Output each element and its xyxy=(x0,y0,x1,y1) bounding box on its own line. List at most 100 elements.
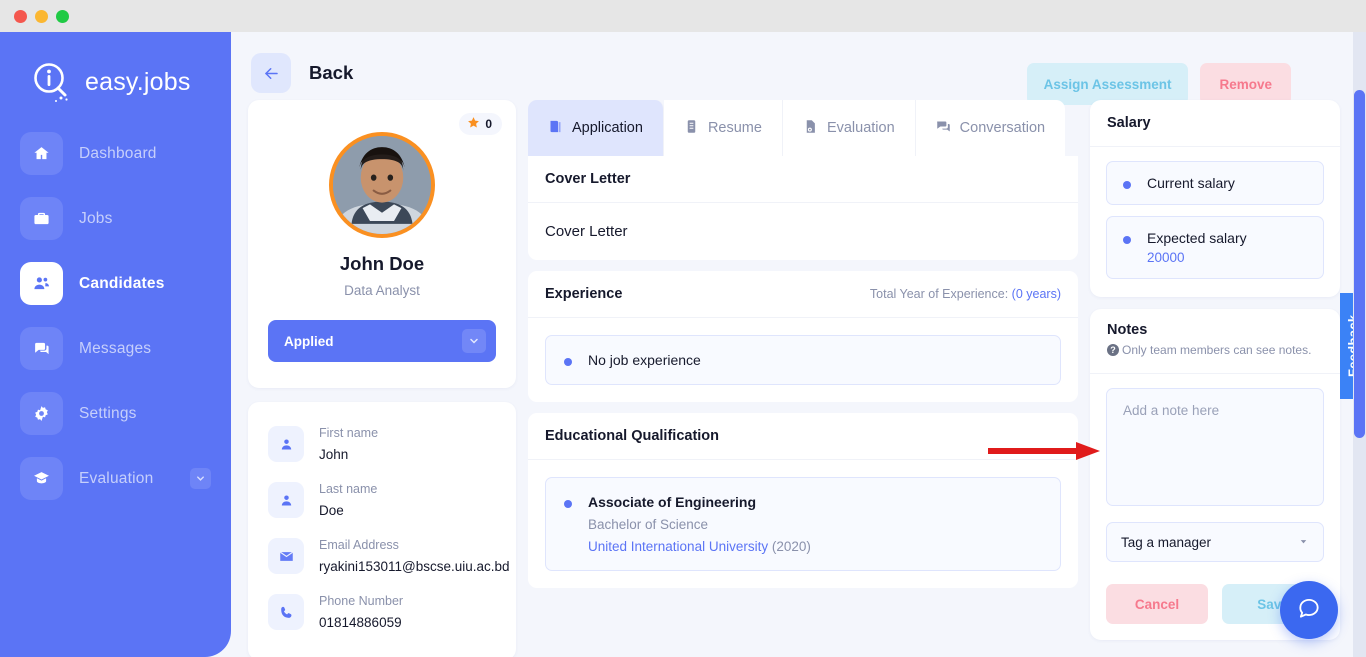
topbar: Back Assign Assessment Remove xyxy=(231,32,1366,105)
chevron-down-icon xyxy=(1298,535,1309,550)
experience-text: No job experience xyxy=(588,352,701,368)
note-input[interactable] xyxy=(1106,388,1324,507)
profile-card: 0 John Doe Data Analyst Applied xyxy=(248,100,516,388)
page-scrollbar-thumb[interactable] xyxy=(1354,90,1365,438)
sidebar-item-jobs[interactable]: Jobs xyxy=(20,197,231,240)
arrow-left-icon xyxy=(251,53,291,93)
experience-header: Experience Total Year of Experience: (0 … xyxy=(528,271,1078,318)
chevron-down-icon[interactable] xyxy=(190,468,211,489)
tab-label: Evaluation xyxy=(826,120,895,136)
education-institute[interactable]: United International University xyxy=(588,539,768,554)
info-value: 01814886059 xyxy=(319,615,402,630)
info-row-email: Email Address ryakini153011@bscse.uiu.ac… xyxy=(248,528,516,584)
info-value: John xyxy=(319,447,349,462)
minimize-button[interactable] xyxy=(35,9,48,23)
education-institute-row: United International University (2020) xyxy=(588,539,811,554)
briefcase-icon xyxy=(20,197,63,240)
sidebar: easy.jobs Dashboard Jobs Candidates Mess xyxy=(0,32,231,657)
candidate-name: John Doe xyxy=(339,253,425,274)
document-icon xyxy=(684,119,699,138)
salary-title: Salary xyxy=(1107,115,1151,131)
sidebar-item-label: Dashboard xyxy=(79,144,157,162)
comments-icon xyxy=(936,119,951,138)
salary-body: Current salary Expected salary 20000 xyxy=(1090,147,1340,297)
info-label: First name xyxy=(319,426,379,440)
panel-title: Cover Letter xyxy=(545,171,631,187)
education-body: Associate of Engineering Bachelor of Sci… xyxy=(528,460,1078,588)
assign-assessment-button[interactable]: Assign Assessment xyxy=(1026,63,1189,105)
status-dropdown[interactable]: Applied xyxy=(268,320,496,362)
salary-label: Current salary xyxy=(1147,175,1235,191)
sidebar-item-label: Candidates xyxy=(79,274,165,292)
tab-label: Resume xyxy=(707,120,762,136)
candidate-role: Data Analyst xyxy=(344,283,420,298)
cover-letter-body: Cover Letter xyxy=(545,223,628,240)
education-year: (2020) xyxy=(771,539,811,554)
education-degree: Associate of Engineering xyxy=(588,494,757,510)
sidebar-item-evaluation[interactable]: Evaluation xyxy=(20,457,231,500)
home-icon xyxy=(20,132,63,175)
cover-letter-header: Cover Letter xyxy=(528,156,1078,203)
education-level: Bachelor of Science xyxy=(588,517,709,532)
sidebar-item-label: Jobs xyxy=(79,209,113,227)
remove-button[interactable]: Remove xyxy=(1200,63,1291,105)
tag-manager-dropdown[interactable]: Tag a manager xyxy=(1106,522,1324,563)
user-group-icon xyxy=(20,262,63,305)
side-column: Salary Current salary Expected salary 20… xyxy=(1090,100,1340,641)
panel-title: Educational Qualification xyxy=(545,428,720,444)
bullet-icon xyxy=(1123,181,1131,189)
chat-bubble-button[interactable] xyxy=(1280,581,1338,639)
salary-card: Salary Current salary Expected salary 20… xyxy=(1090,100,1340,297)
notes-hint-text: Only team members can see notes. xyxy=(1122,343,1312,357)
panel-title: Experience xyxy=(545,286,623,302)
sidebar-item-label: Messages xyxy=(79,339,152,357)
back-label: Back xyxy=(309,62,354,83)
education-header: Educational Qualification xyxy=(528,413,1078,460)
chat-bubble-icon xyxy=(1296,595,1322,626)
cancel-note-button[interactable]: Cancel xyxy=(1106,584,1208,625)
back-button[interactable]: Back xyxy=(251,53,353,93)
gear-icon xyxy=(20,392,63,435)
tab-bar: Application Resume Evaluation Conversati… xyxy=(528,100,1078,156)
window-titlebar xyxy=(0,0,1366,32)
experience-item: No job experience xyxy=(545,335,1061,385)
salary-label: Expected salary xyxy=(1147,230,1247,246)
page-scrollbar-track[interactable] xyxy=(1353,32,1366,657)
info-value: Doe xyxy=(319,503,344,518)
notes-hint: ? Only team members can see notes. xyxy=(1107,342,1323,359)
maximize-button[interactable] xyxy=(56,9,69,23)
experience-meta: Total Year of Experience: (0 years) xyxy=(870,287,1061,301)
info-row-first-name: First name John xyxy=(248,416,516,472)
tab-label: Application xyxy=(572,120,643,136)
education-panel: Educational Qualification Associate of E… xyxy=(528,413,1078,588)
info-label: Email Address xyxy=(319,538,399,552)
easyjobs-logo-icon xyxy=(28,58,76,106)
person-icon xyxy=(268,426,304,462)
chevron-down-icon[interactable] xyxy=(462,329,486,353)
experience-body: No job experience xyxy=(528,318,1078,402)
experience-panel: Experience Total Year of Experience: (0 … xyxy=(528,271,1078,402)
candidate-info-card: First name John Last name Doe Email Addr… xyxy=(248,402,516,657)
tab-application[interactable]: Application xyxy=(528,100,664,156)
salary-value: 20000 xyxy=(1147,250,1185,265)
cover-letter-panel: Cover Letter Cover Letter xyxy=(528,156,1078,260)
phone-icon xyxy=(268,594,304,630)
tab-resume[interactable]: Resume xyxy=(663,100,783,156)
person-icon xyxy=(268,482,304,518)
experience-meta-value: (0 years) xyxy=(1011,287,1061,301)
tab-conversation[interactable]: Conversation xyxy=(915,100,1066,156)
close-button[interactable] xyxy=(14,9,27,23)
avatar xyxy=(329,132,435,238)
brand-logo[interactable]: easy.jobs xyxy=(0,44,231,132)
bullet-icon xyxy=(1123,236,1131,244)
salary-item-current: Current salary xyxy=(1106,161,1324,205)
tag-manager-value: Tag a manager xyxy=(1121,534,1212,550)
sidebar-item-candidates[interactable]: Candidates xyxy=(20,262,231,305)
info-row-phone: Phone Number 01814886059 xyxy=(248,584,516,640)
avatar-photo xyxy=(333,136,431,234)
tab-evaluation[interactable]: Evaluation xyxy=(782,100,916,156)
sidebar-item-settings[interactable]: Settings xyxy=(20,392,231,435)
sidebar-item-messages[interactable]: Messages xyxy=(20,327,231,370)
sidebar-item-label: Evaluation xyxy=(79,469,154,487)
sidebar-item-dashboard[interactable]: Dashboard xyxy=(20,132,231,175)
